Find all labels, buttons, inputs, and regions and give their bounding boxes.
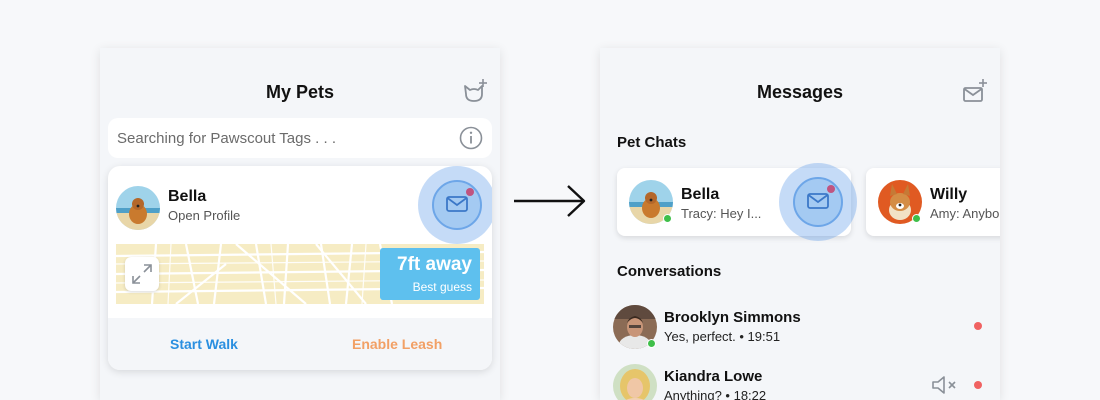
page-title: Messages [756, 82, 844, 102]
my-pets-screen: My Pets Searching for Pawscout Tags . . … [100, 48, 500, 400]
pet-chat-preview: Amy: Anybo [930, 206, 1000, 221]
location-map[interactable]: 7ft away Best guess [116, 244, 484, 304]
message-button-halo [418, 166, 492, 244]
pet-chat-preview: Tracy: Hey I... [681, 206, 762, 221]
search-status: Searching for Pawscout Tags . . . [117, 130, 337, 147]
conversation-row[interactable]: Brooklyn Simmons Yes, perfect. • 19:51 [600, 298, 1000, 358]
conversation-preview: Yes, perfect. • 19:51 [664, 329, 781, 344]
message-button[interactable] [432, 180, 482, 230]
pet-chat-card[interactable]: Willy Amy: Anybo [866, 168, 1000, 236]
notification-dot [466, 188, 474, 196]
transition-arrow-icon [514, 185, 586, 217]
conversations-heading: Conversations [617, 263, 722, 280]
start-walk-button[interactable]: Start Walk [170, 336, 238, 352]
info-icon[interactable] [459, 126, 483, 150]
distance-badge: 7ft away Best guess [380, 248, 480, 300]
user-avatar [613, 364, 657, 400]
conversation-name: Kiandra Lowe [664, 368, 763, 385]
conversation-preview: Anything? • 18:22 [664, 388, 767, 400]
open-profile-link[interactable]: Open Profile [168, 208, 240, 223]
pet-chats-heading: Pet Chats [617, 134, 687, 151]
pet-avatar[interactable] [116, 186, 160, 230]
muted-speaker-icon [930, 374, 958, 400]
tag-search-bar[interactable]: Searching for Pawscout Tags . . . [108, 118, 492, 158]
envelope-icon [807, 193, 829, 209]
pet-chat-name: Bella [681, 186, 720, 203]
messages-screen: Messages Pet Chats Bella Tracy: Hey I... [600, 48, 1000, 400]
online-indicator [647, 339, 656, 348]
expand-map-button[interactable] [125, 257, 159, 291]
pet-card[interactable]: Bella Open Profile 7ft away Best guess S… [108, 166, 492, 370]
notification-dot [827, 185, 835, 193]
expand-icon [132, 264, 152, 284]
add-pet-icon[interactable] [462, 78, 488, 104]
distance-value: 7ft away [397, 254, 472, 275]
online-indicator [663, 214, 672, 223]
conversation-row[interactable]: Kiandra Lowe Anything? • 18:22 [600, 358, 1000, 400]
page-title: My Pets [265, 82, 335, 102]
card-actions: Start Walk Enable Leash [108, 318, 492, 370]
message-button[interactable] [793, 177, 843, 227]
distance-caption: Best guess [412, 280, 472, 294]
message-button-halo [779, 163, 857, 241]
online-indicator [912, 214, 921, 223]
pet-name: Bella [168, 188, 207, 205]
envelope-icon [446, 196, 468, 212]
unread-dot [974, 322, 982, 330]
unread-dot [974, 381, 982, 389]
conversation-name: Brooklyn Simmons [664, 309, 801, 326]
pet-chat-name: Willy [930, 186, 968, 203]
compose-message-icon[interactable] [962, 78, 988, 104]
enable-leash-button[interactable]: Enable Leash [352, 336, 442, 352]
